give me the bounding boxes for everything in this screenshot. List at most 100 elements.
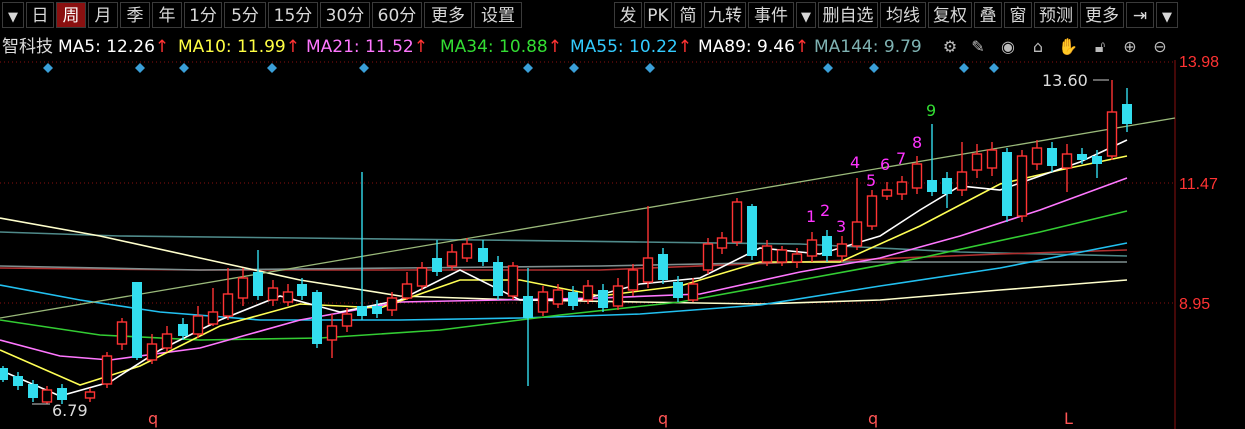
candle-body-up xyxy=(881,189,893,197)
low-price-label: 6.79 xyxy=(52,401,88,420)
candle-body-down xyxy=(673,282,683,298)
candle-body-down xyxy=(523,296,533,318)
candle-body-up xyxy=(552,289,564,305)
candle-body-up xyxy=(687,283,699,301)
price-label-top: 13.98 xyxy=(1179,54,1219,71)
price-label-mid: 11.47 xyxy=(1179,176,1218,193)
candle-body-down xyxy=(132,282,142,358)
event-diamond-icon[interactable] xyxy=(43,63,53,73)
event-diamond-icon[interactable] xyxy=(179,63,189,73)
candle-body-up xyxy=(851,221,863,247)
candle-body-down xyxy=(297,284,307,296)
event-diamond-icon[interactable] xyxy=(523,63,533,73)
candle-body-up xyxy=(207,311,219,325)
candle-body-up xyxy=(282,291,294,303)
event-diamond-icon[interactable] xyxy=(869,63,879,73)
candle-body-up xyxy=(582,285,594,301)
candle-body-down xyxy=(1077,154,1087,160)
candle-body-up xyxy=(192,315,204,335)
candle-body-up xyxy=(911,163,923,189)
candle-body-up xyxy=(716,237,728,249)
candle-body-up xyxy=(1106,111,1118,157)
candle-body-up xyxy=(222,293,234,317)
nine-turn-label: 1 xyxy=(806,207,816,226)
candle-body-up xyxy=(237,277,249,299)
nine-turn-label: 3 xyxy=(836,217,846,236)
candle-body-up xyxy=(971,153,983,171)
candle-body-up xyxy=(896,181,908,195)
nine-turn-label: 4 xyxy=(850,153,860,172)
candle-body-down xyxy=(372,306,382,314)
kline-chart[interactable]: 13.98 11.47 8.95 13.60 6.79 1 23 456 789 q q… xyxy=(0,0,1245,429)
candle-body-down xyxy=(942,178,952,194)
candle-body-down xyxy=(747,206,757,256)
candle-body-up xyxy=(116,321,128,345)
candle-body-up xyxy=(761,245,773,263)
candle-body-up xyxy=(537,291,549,313)
candle-body-down xyxy=(658,254,668,280)
candle-body-down xyxy=(927,180,937,192)
candle-body-up xyxy=(416,267,428,287)
ma-line xyxy=(0,261,1127,271)
nine-turn-label: 5 xyxy=(866,171,876,190)
candle-body-up xyxy=(627,269,639,291)
candle-body-up xyxy=(161,333,173,349)
candle-body-up xyxy=(836,243,848,257)
event-diamond-icon[interactable] xyxy=(359,63,369,73)
candle-body-down xyxy=(57,388,67,400)
candle-body-down xyxy=(1122,104,1132,124)
candle-body-down xyxy=(568,292,578,306)
price-label-low: 8.95 xyxy=(1179,296,1210,313)
ma-line xyxy=(0,242,1128,321)
candle-body-up xyxy=(401,283,413,299)
candle-body-down xyxy=(28,384,38,398)
candlesticks xyxy=(0,80,1132,404)
candle-body-up xyxy=(341,313,353,327)
candle-body-up xyxy=(702,243,714,271)
event-diamond-icon[interactable] xyxy=(267,63,277,73)
candle-body-down xyxy=(312,292,322,344)
candle-body-up xyxy=(1016,155,1028,217)
candle-body-up xyxy=(1061,153,1073,169)
ma-line xyxy=(0,231,1128,257)
event-markers[interactable] xyxy=(43,63,999,73)
candle-body-up xyxy=(267,287,279,301)
candle-body-up xyxy=(956,171,968,191)
candle-body-up xyxy=(1031,147,1043,165)
candle-body-down xyxy=(598,290,608,308)
candle-body-down xyxy=(822,236,832,256)
nine-turn-label: 7 xyxy=(896,149,906,168)
bottom-marker: q xyxy=(148,409,158,428)
candle-body-down xyxy=(13,376,23,386)
bottom-marker: L xyxy=(1064,409,1073,428)
event-diamond-icon[interactable] xyxy=(959,63,969,73)
bottom-marker: q xyxy=(658,409,668,428)
candle-body-up xyxy=(612,285,624,307)
high-price-label: 13.60 xyxy=(1042,71,1088,90)
candle-body-up xyxy=(446,251,458,267)
bottom-markers: qqqL xyxy=(148,409,1073,428)
nine-turn-label: 9 xyxy=(926,101,936,120)
event-diamond-icon[interactable] xyxy=(569,63,579,73)
candle-body-up xyxy=(41,389,53,403)
ma-line xyxy=(0,217,1128,305)
candle-body-down xyxy=(357,306,367,316)
candle-body-up xyxy=(386,297,398,311)
event-diamond-icon[interactable] xyxy=(135,63,145,73)
candle-body-down xyxy=(432,258,442,272)
candle-body-down xyxy=(1092,156,1102,164)
candle-body-up xyxy=(146,343,158,361)
candle-body-up xyxy=(507,265,519,297)
candle-body-up xyxy=(461,243,473,259)
candle-body-up xyxy=(986,149,998,169)
candle-body-up xyxy=(806,239,818,257)
candle-body-down xyxy=(493,262,503,296)
candle-body-up xyxy=(866,195,878,227)
event-diamond-icon[interactable] xyxy=(823,63,833,73)
candle-body-up xyxy=(84,391,96,399)
candle-body-up xyxy=(731,201,743,243)
candle-body-up xyxy=(791,253,803,263)
event-diamond-icon[interactable] xyxy=(645,63,655,73)
event-diamond-icon[interactable] xyxy=(989,63,999,73)
nine-turn-label: 6 xyxy=(880,155,890,174)
